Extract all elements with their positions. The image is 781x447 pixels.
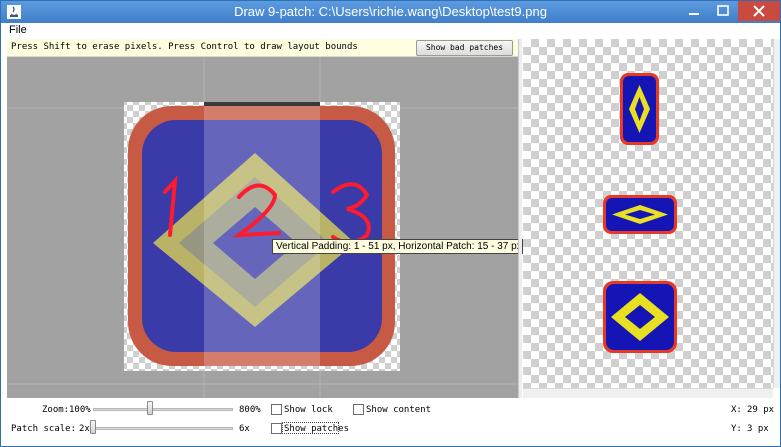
zoom-label: Zoom: — [42, 405, 70, 415]
show-bad-patches-button[interactable]: Show bad patches — [416, 40, 513, 56]
editor-drawing — [7, 57, 518, 398]
window-title: Draw 9-patch: C:\Users\richie.wang\Deskt… — [234, 4, 547, 19]
maximize-button[interactable] — [709, 1, 737, 21]
panel-splitter[interactable] — [518, 39, 522, 398]
minimize-icon — [689, 13, 699, 15]
preview-wide — [603, 195, 677, 234]
x-coordinate-label: X: — [731, 405, 742, 415]
controls-panel: Zoom: 100% 800% Show lock Show content X… — [1, 398, 780, 446]
show-content-label[interactable]: Show content — [366, 405, 431, 415]
patch-scale-label: Patch scale: — [11, 424, 77, 434]
title-bar[interactable]: Draw 9-patch: C:\Users\richie.wang\Deskt… — [1, 1, 780, 23]
zoom-slider-thumb[interactable] — [147, 401, 154, 415]
patch-scale-slider-track[interactable] — [93, 427, 233, 430]
app-window: Draw 9-patch: C:\Users\richie.wang\Deskt… — [0, 0, 781, 447]
patch-info-tooltip: Vertical Padding: 1 - 51 px, Horizontal … — [272, 239, 523, 254]
zoom-min-label: 100% — [69, 405, 91, 415]
preview-tall — [620, 73, 659, 145]
preview-vertical-scrollbar[interactable] — [773, 39, 780, 388]
preview-horizontal-scrollbar[interactable] — [523, 388, 773, 398]
patch-scale-max-label: 6x — [239, 424, 250, 434]
zoom-slider-track[interactable] — [93, 408, 233, 411]
x-coordinate-value: 29 px — [747, 405, 775, 415]
close-button[interactable] — [738, 1, 780, 21]
preview-panel — [523, 39, 773, 388]
show-content-checkbox[interactable] — [353, 404, 364, 415]
preview-large — [603, 281, 677, 353]
zoom-max-label: 800% — [239, 405, 261, 415]
info-hint-text: Press Shift to erase pixels. Press Contr… — [11, 42, 358, 52]
patch-scale-slider-thumb[interactable] — [90, 420, 96, 434]
show-lock-label[interactable]: Show lock — [284, 405, 333, 415]
maximize-icon — [717, 5, 729, 16]
nine-patch-editor-canvas[interactable] — [7, 57, 518, 398]
menu-file[interactable]: File — [9, 24, 27, 36]
menu-bar: File — [1, 23, 780, 39]
show-patches-label[interactable]: Show patches — [284, 424, 349, 434]
close-icon — [753, 5, 765, 17]
show-lock-checkbox[interactable] — [271, 404, 282, 415]
info-bar: Press Shift to erase pixels. Press Contr… — [7, 39, 518, 57]
y-coordinate-label: Y: — [731, 424, 742, 434]
patch-scale-min-label: 2x — [79, 424, 90, 434]
minimize-button[interactable] — [680, 1, 708, 21]
y-coordinate-value: 3 px — [747, 424, 769, 434]
show-patches-checkbox[interactable] — [271, 423, 282, 434]
